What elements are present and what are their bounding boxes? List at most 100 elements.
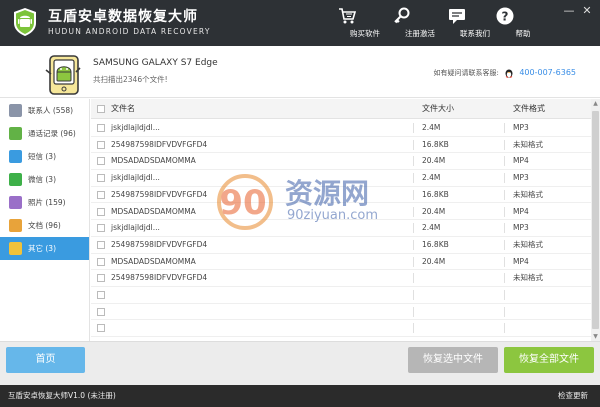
row-checkbox[interactable] [97, 291, 105, 299]
row-checkbox[interactable] [97, 157, 105, 166]
file-name-cell: 254987598IDFVDVFGFD4 [111, 189, 208, 199]
contact-label: 如有疑问请联系客服: [433, 69, 499, 77]
column-divider [504, 123, 505, 133]
recover-all-button[interactable]: 恢复全部文件 [504, 347, 594, 373]
file-name-cell: MDSADADSDAMOMMA [111, 156, 196, 166]
sidebar-item-contacts[interactable]: 联系人 (558) [0, 99, 89, 122]
row-checkbox[interactable] [97, 124, 105, 132]
table-row[interactable] [91, 304, 591, 321]
sidebar-item-other[interactable]: 其它 (3) [0, 237, 89, 260]
row-checkbox[interactable] [97, 207, 105, 216]
file-format-cell: MP3 [513, 223, 529, 233]
file-format-cell: 未知格式 [513, 239, 543, 249]
file-name-cell: jskjdlajldjdl... [111, 223, 160, 233]
scroll-up-icon[interactable]: ▲ [591, 99, 600, 108]
android-robot-icon [45, 55, 81, 95]
qq-penguin-icon[interactable] [504, 68, 514, 78]
table-scrollbar[interactable]: ▲ ▼ [591, 99, 600, 341]
column-divider [504, 139, 505, 150]
android-shield-logo-icon [14, 8, 36, 36]
column-divider [413, 139, 414, 150]
row-checkbox[interactable] [97, 174, 105, 183]
title-bar: 互盾安卓数据恢复大师 HUDUN ANDROID DATA RECOVERY 购… [0, 0, 600, 46]
device-name: SAMSUNG GALAXY S7 Edge [93, 58, 218, 68]
column-divider [504, 290, 505, 300]
column-divider [413, 273, 414, 284]
table-row[interactable]: jskjdlajldjdl... 2.4M MP3 [91, 120, 591, 137]
file-format-cell: MP4 [513, 156, 529, 166]
column-divider [413, 306, 414, 317]
column-divider [413, 223, 414, 234]
row-checkbox[interactable] [97, 257, 105, 266]
watermark-logo-icon: 90 [217, 174, 273, 230]
column-header-size[interactable]: 文件大小 [422, 99, 454, 119]
scroll-down-icon[interactable]: ▼ [591, 332, 600, 341]
table-row[interactable] [91, 320, 591, 338]
sidebar-item-wechat[interactable]: 微信 (3) [0, 168, 89, 191]
help-button[interactable]: ? 帮助 [495, 6, 551, 42]
row-checkbox[interactable] [97, 324, 105, 333]
message-icon [9, 150, 22, 163]
column-divider [504, 223, 505, 234]
table-row[interactable]: MDSADADSDAMOMMA 20.4M MP4 [91, 153, 591, 171]
svg-text:?: ? [502, 10, 509, 24]
column-divider [504, 306, 505, 317]
column-header-format[interactable]: 文件格式 [513, 99, 545, 119]
column-header-name[interactable]: 文件名 [111, 99, 135, 119]
column-divider [504, 173, 505, 184]
row-checkbox[interactable] [97, 224, 105, 233]
sidebar-item-sms[interactable]: 短信 (3) [0, 145, 89, 168]
table-row[interactable]: 254987598IDFVDVFGFD4 16.8KB 未知格式 [91, 237, 591, 254]
close-button[interactable]: ✕ [580, 4, 594, 18]
cart-icon [339, 8, 357, 24]
sidebar-item-label: 微信 (3) [28, 175, 57, 184]
file-size-cell: 2.4M [422, 123, 441, 132]
column-divider [504, 206, 505, 217]
file-format-cell: 未知格式 [513, 189, 543, 199]
buy-software-label: 购买软件 [350, 29, 380, 38]
table-row[interactable] [91, 287, 591, 304]
row-checkbox[interactable] [97, 307, 105, 316]
category-sidebar: 联系人 (558) 通话记录 (96) 短信 (3) 微信 (3) 照片 (15… [0, 99, 90, 341]
file-name-cell: MDSADADSDAMOMMA [111, 206, 196, 216]
recover-selected-button[interactable]: 恢复选中文件 [408, 347, 498, 373]
table-row[interactable]: 254987598IDFVDVFGFD4 未知格式 [91, 270, 591, 287]
column-divider [413, 290, 414, 300]
file-format-cell: MP4 [513, 206, 529, 216]
app-subtitle: HUDUN ANDROID DATA RECOVERY [48, 27, 211, 36]
phone-icon [9, 127, 22, 140]
sidebar-item-label: 通话记录 (96) [28, 129, 76, 138]
minimize-button[interactable]: — [562, 4, 576, 18]
check-update-link[interactable]: 检查更新 [558, 390, 588, 401]
column-divider [413, 256, 414, 267]
device-header: SAMSUNG GALAXY S7 Edge 共扫描出2346个文件! 如有疑问… [0, 46, 600, 98]
row-checkbox[interactable] [97, 140, 105, 149]
row-checkbox[interactable] [97, 274, 105, 283]
sidebar-item-documents[interactable]: 文档 (96) [0, 214, 89, 237]
help-icon: ? [496, 7, 514, 25]
scan-result-text: 共扫描出2346个文件! [93, 75, 168, 84]
document-icon [9, 219, 22, 232]
buy-software-button[interactable]: 购买软件 [337, 6, 393, 42]
register-activate-button[interactable]: 注册激活 [392, 6, 448, 42]
row-checkbox[interactable] [97, 190, 105, 199]
select-all-checkbox[interactable] [97, 105, 105, 113]
file-size-cell: 16.8KB [422, 239, 449, 249]
column-divider [413, 323, 414, 334]
sidebar-item-photos[interactable]: 照片 (159) [0, 191, 89, 214]
home-button[interactable]: 首页 [6, 347, 85, 373]
sidebar-item-call-log[interactable]: 通话记录 (96) [0, 122, 89, 145]
table-row[interactable]: MDSADADSDAMOMMA 20.4M MP4 [91, 254, 591, 271]
app-title: 互盾安卓数据恢复大师 [48, 9, 198, 25]
table-row[interactable]: 254987598IDFVDVFGFD4 16.8KB 未知格式 [91, 137, 591, 154]
column-divider [504, 273, 505, 284]
sidebar-item-label: 短信 (3) [28, 152, 57, 161]
file-name-cell: jskjdlajldjdl... [111, 123, 160, 132]
watermark-logo-text: 90 [219, 183, 266, 223]
row-checkbox[interactable] [97, 240, 105, 249]
column-divider [504, 239, 505, 250]
sidebar-item-label: 文档 (96) [28, 221, 61, 230]
watermark-url: 90ziyuan.com [287, 208, 379, 223]
register-activate-label: 注册激活 [405, 29, 435, 38]
scroll-thumb[interactable] [592, 111, 599, 329]
